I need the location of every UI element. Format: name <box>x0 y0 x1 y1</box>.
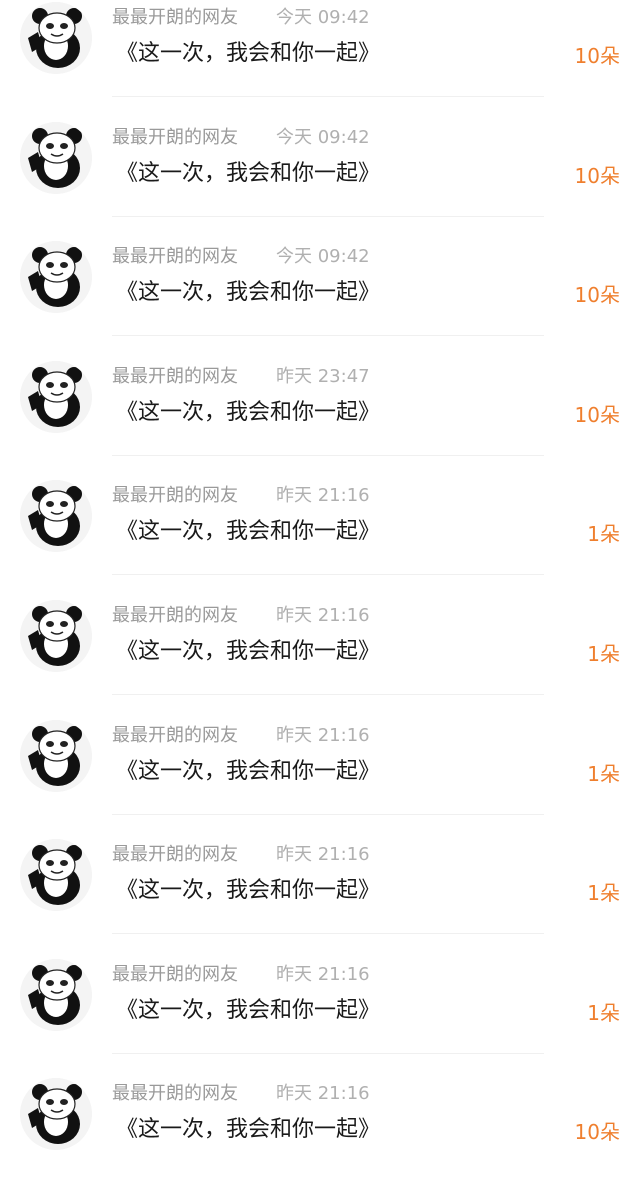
flower-count: 10朵 <box>574 163 620 188</box>
list-item[interactable]: 最最开朗的网友 昨天 21:16 《这一次，我会和你一起》 1朵 <box>0 478 640 598</box>
gift-title: 《这一次，我会和你一起》 <box>116 878 381 904</box>
flower-count: 10朵 <box>574 402 620 427</box>
flower-count: 1朵 <box>587 642 620 666</box>
panda-meme-avatar-icon <box>20 241 92 314</box>
flower-count: 10朵 <box>574 283 620 308</box>
timestamp: 昨天 21:16 <box>276 844 370 866</box>
panda-meme-avatar-icon <box>20 719 92 792</box>
list-item[interactable]: 最最开朗的网友 昨天 21:16 《这一次，我会和你一起》 1朵 <box>0 598 640 718</box>
username[interactable]: 最最开朗的网友 <box>112 963 238 987</box>
avatar[interactable] <box>20 121 92 194</box>
list-item[interactable]: 最最开朗的网友 昨天 21:16 《这一次，我会和你一起》 1朵 <box>0 837 640 957</box>
divider <box>112 933 544 935</box>
timestamp: 昨天 21:16 <box>276 963 370 985</box>
divider <box>112 694 544 695</box>
list-item[interactable]: 最最开朗的网友 昨天 21:16 《这一次，我会和你一起》 1朵 <box>0 718 640 838</box>
avatar[interactable] <box>20 839 92 912</box>
divider <box>112 1052 544 1054</box>
panda-meme-avatar-icon <box>20 360 92 433</box>
avatar[interactable] <box>20 719 92 792</box>
divider <box>112 96 544 97</box>
flower-count: 10朵 <box>574 1120 620 1145</box>
avatar[interactable] <box>20 360 92 433</box>
divider <box>112 813 544 815</box>
list-item[interactable]: 最最开朗的网友 今天 09:42 《这一次，我会和你一起》 10朵 <box>0 239 640 359</box>
timestamp: 昨天 21:16 <box>276 485 370 507</box>
timestamp: 今天 09:42 <box>276 246 370 268</box>
gift-title: 《这一次，我会和你一起》 <box>116 519 381 545</box>
username[interactable]: 最最开朗的网友 <box>112 126 238 150</box>
gift-title: 《这一次，我会和你一起》 <box>116 280 381 306</box>
gift-title: 《这一次，我会和你一起》 <box>116 758 381 784</box>
list-item[interactable]: 最最开朗的网友 今天 09:42 《这一次，我会和你一起》 10朵 <box>0 0 640 120</box>
panda-meme-avatar-icon <box>20 839 92 912</box>
divider <box>112 454 544 456</box>
flower-count: 1朵 <box>587 1000 620 1025</box>
timestamp: 昨天 21:16 <box>276 1083 370 1105</box>
avatar[interactable] <box>20 241 92 314</box>
flower-count: 1朵 <box>587 881 620 906</box>
list-item[interactable]: 最最开朗的网友 今天 09:42 《这一次，我会和你一起》 10朵 <box>0 120 640 240</box>
panda-meme-avatar-icon <box>20 2 92 74</box>
divider <box>112 335 544 337</box>
avatar[interactable] <box>20 2 92 74</box>
gift-record-list: 最最开朗的网友 今天 09:42 《这一次，我会和你一起》 10朵 最最开朗的网… <box>0 0 640 1169</box>
gift-title: 《这一次，我会和你一起》 <box>116 1117 381 1143</box>
flower-count: 1朵 <box>587 761 620 786</box>
avatar[interactable] <box>20 480 92 553</box>
timestamp: 今天 09:42 <box>276 126 370 148</box>
gift-title: 《这一次，我会和你一起》 <box>116 41 381 66</box>
username[interactable]: 最最开朗的网友 <box>112 604 238 628</box>
list-item[interactable]: 最最开朗的网友 昨天 21:16 《这一次，我会和你一起》 10朵 <box>0 1076 640 1196</box>
flower-count: 10朵 <box>574 44 620 68</box>
panda-meme-avatar-icon <box>20 121 92 194</box>
gift-title: 《这一次，我会和你一起》 <box>116 160 381 186</box>
avatar[interactable] <box>20 1078 92 1151</box>
panda-meme-avatar-icon <box>20 600 92 672</box>
avatar[interactable] <box>20 600 92 672</box>
list-item[interactable]: 最最开朗的网友 昨天 21:16 《这一次，我会和你一起》 1朵 <box>0 957 640 1077</box>
gift-title: 《这一次，我会和你一起》 <box>116 399 381 425</box>
list-item[interactable]: 最最开朗的网友 昨天 23:47 《这一次，我会和你一起》 10朵 <box>0 359 640 479</box>
timestamp: 昨天 23:47 <box>276 365 370 387</box>
panda-meme-avatar-icon <box>20 1078 92 1151</box>
avatar[interactable] <box>20 958 92 1031</box>
divider <box>112 574 544 576</box>
username[interactable]: 最最开朗的网友 <box>112 1082 238 1106</box>
timestamp: 昨天 21:16 <box>276 605 370 626</box>
gift-title: 《这一次，我会和你一起》 <box>116 639 381 664</box>
username[interactable]: 最最开朗的网友 <box>112 245 238 269</box>
username[interactable]: 最最开朗的网友 <box>112 365 238 389</box>
username[interactable]: 最最开朗的网友 <box>112 484 238 508</box>
username[interactable]: 最最开朗的网友 <box>112 843 238 867</box>
flower-count: 1朵 <box>587 522 620 547</box>
panda-meme-avatar-icon <box>20 958 92 1031</box>
timestamp: 昨天 21:16 <box>276 724 370 746</box>
username[interactable]: 最最开朗的网友 <box>112 6 238 30</box>
divider <box>112 215 544 217</box>
panda-meme-avatar-icon <box>20 480 92 553</box>
username[interactable]: 最最开朗的网友 <box>112 724 238 748</box>
timestamp: 今天 09:42 <box>276 7 370 28</box>
gift-title: 《这一次，我会和你一起》 <box>116 997 381 1023</box>
